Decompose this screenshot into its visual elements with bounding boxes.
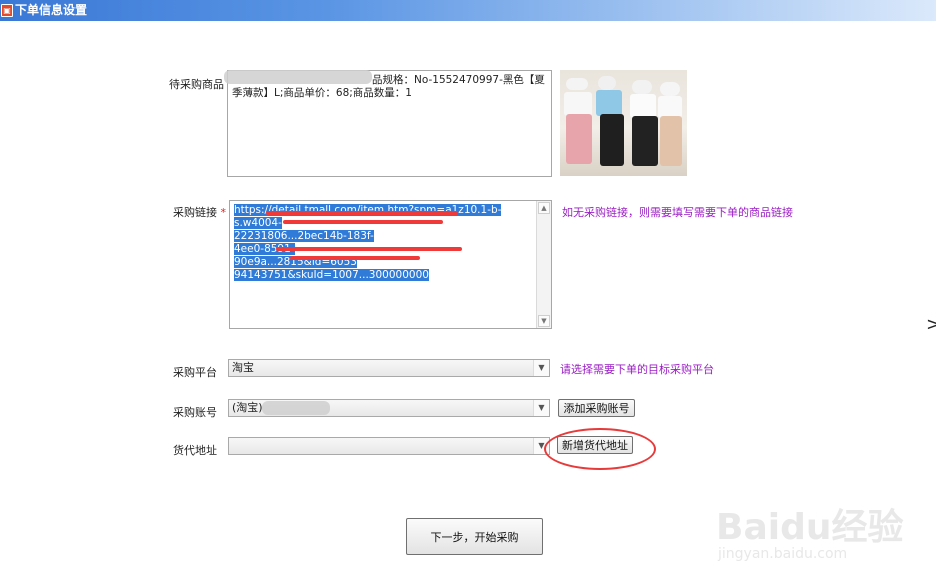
link-hint: 如无采购链接，则需要填写需要下单的商品链接 <box>562 206 793 219</box>
app-icon: ▣ <box>1 4 13 17</box>
redaction-scribble <box>290 256 420 260</box>
next-step-button[interactable]: 下一步，开始采购 <box>406 518 543 555</box>
link-line-1: https://detail.tmall.com/item.htm?spm=a1… <box>234 204 502 229</box>
watermark-brand: Baidu经验 <box>716 507 904 548</box>
watermark-url: jingyan.baidu.com <box>718 546 848 562</box>
address-label: 货代地址 <box>173 444 217 457</box>
goods-line2-text: 季薄款】L;商品单价：68;商品数量：1 <box>232 87 412 99</box>
redaction-scribble <box>283 220 443 224</box>
link-scrollbar[interactable]: ▲ ▼ <box>536 201 551 328</box>
link-line-2: 22231806...2bec14b-183f- <box>234 230 374 242</box>
goods-spec-text: 品规格：No-1552470997-黑色【夏 <box>372 74 545 86</box>
window-title: 下单信息设置 <box>15 3 88 17</box>
account-label: 采购账号 <box>173 406 217 419</box>
required-mark: * <box>220 206 227 219</box>
annotation-circle <box>544 428 656 470</box>
redaction-blur <box>224 70 372 84</box>
platform-select[interactable]: 淘宝 ▼ <box>228 359 550 377</box>
chevron-down-icon[interactable]: ▼ <box>533 360 549 376</box>
goods-info-textbox[interactable]: 品规格：No-1552470997-黑色【夏 季薄款】L;商品单价：68;商品数… <box>227 70 552 177</box>
product-image <box>560 70 687 176</box>
add-account-button[interactable]: 添加采购账号 <box>558 399 635 417</box>
link-line-5: 94143751&skuId=1007...300000000 <box>234 269 429 281</box>
chevron-down-icon[interactable]: ▼ <box>533 400 549 416</box>
platform-hint: 请选择需要下单的目标采购平台 <box>560 363 714 376</box>
chevron-right-icon[interactable]: > <box>926 314 936 335</box>
redaction-scribble <box>266 211 458 215</box>
goods-label: 待采购商品 <box>169 78 224 91</box>
address-select[interactable]: ▼ <box>228 437 550 455</box>
platform-value: 淘宝 <box>232 361 254 374</box>
redaction-scribble <box>276 247 462 251</box>
platform-label: 采购平台 <box>173 366 217 379</box>
scroll-down-icon[interactable]: ▼ <box>538 315 550 327</box>
account-value: (淘宝) <box>232 401 263 414</box>
redaction-blur <box>262 401 330 415</box>
title-bar: ▣ 下单信息设置 <box>0 0 936 21</box>
link-label: 采购链接 * <box>173 206 227 219</box>
scroll-up-icon[interactable]: ▲ <box>538 202 550 214</box>
